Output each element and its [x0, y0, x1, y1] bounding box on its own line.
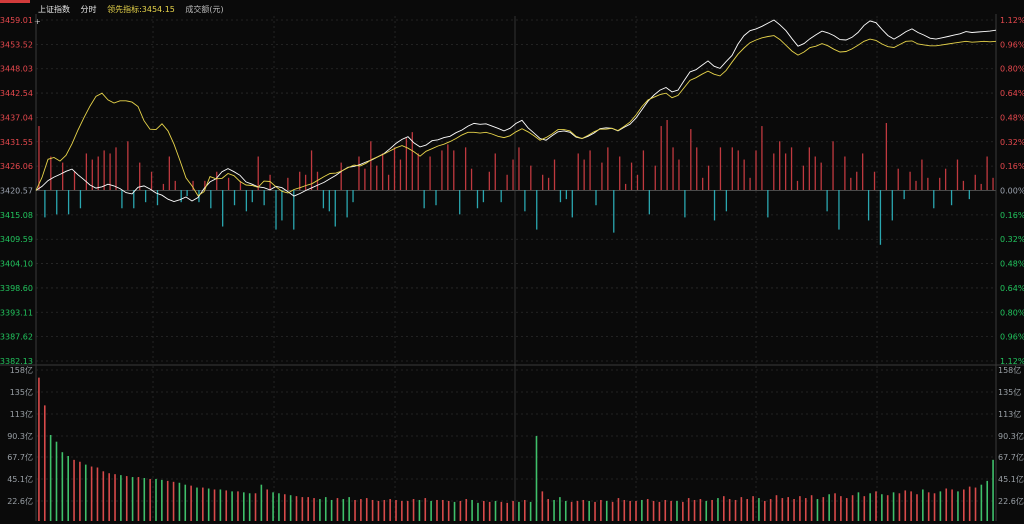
- y-right-tick-label: 1.12%: [1000, 16, 1024, 25]
- vol-tick-label-right: 22.6亿: [998, 496, 1024, 506]
- crosshair-marker: +: [34, 17, 41, 26]
- y-right-tick-label: 0.48%: [1000, 260, 1024, 269]
- y-right-tick-label: 0.96%: [1000, 333, 1024, 342]
- y-right-tick-label: 0.64%: [1000, 284, 1024, 293]
- y-right-tick-label: 0.32%: [1000, 138, 1024, 147]
- y-left-tick-label: 3442.54: [0, 89, 33, 98]
- period-label[interactable]: 分时: [81, 5, 97, 14]
- y-left-tick-label: 3415.08: [0, 211, 33, 220]
- y-right-tick-label: 0.16%: [1000, 211, 1024, 220]
- y-right-tick-label: 0.64%: [1000, 89, 1024, 98]
- y-right-tick-label: 0.96%: [1000, 40, 1024, 49]
- y-right-tick-label: 0.00%: [1000, 187, 1024, 196]
- y-right-tick-label: 0.48%: [1000, 113, 1024, 122]
- vol-tick-label-left: 67.7亿: [7, 452, 33, 462]
- vol-tick-label-left: 22.6亿: [7, 496, 33, 506]
- vol-tick-label-left: 113亿: [10, 409, 33, 419]
- vol-tick-label-right: 67.7亿: [998, 452, 1024, 462]
- leading-indicator-label: 领先指标:3454.15: [107, 5, 175, 14]
- chart-header: 上证指数 分时 领先指标:3454.15 成交额(元): [38, 4, 232, 15]
- chart-background: [0, 0, 1024, 524]
- vol-tick-label-left: 90.3亿: [7, 431, 33, 441]
- y-left-tick-label: 3398.60: [0, 284, 33, 293]
- index-name[interactable]: 上证指数: [38, 5, 70, 14]
- y-left-tick-label: 3448.03: [0, 65, 33, 74]
- top-left-marker: [0, 0, 30, 3]
- y-left-tick-label: 3453.52: [0, 40, 33, 49]
- y-right-tick-label: 0.32%: [1000, 235, 1024, 244]
- turnover-label: 成交额(元): [185, 5, 224, 14]
- vol-tick-label-right: 113亿: [998, 409, 1021, 419]
- vol-tick-label-left: 135亿: [10, 387, 33, 397]
- y-right-tick-label: 0.16%: [1000, 162, 1024, 171]
- vol-tick-label-left: 45.1亿: [7, 474, 33, 484]
- y-left-tick-label: 3387.62: [0, 333, 33, 342]
- intraday-chart: +3459.01 1.12% 3453.52 0.96% 3448.03 0.80% 344…: [0, 0, 1024, 524]
- vol-tick-label-right: 135亿: [998, 387, 1021, 397]
- chart-canvas: +3459.01 1.12% 3453.52 0.96% 3448.03 0.80% 344…: [0, 0, 1024, 524]
- y-left-tick-label: 3437.04: [0, 113, 33, 122]
- y-left-tick-label: 3459.01: [0, 16, 33, 25]
- y-left-tick-label: 3426.06: [0, 162, 33, 171]
- vol-tick-label-right: 45.1亿: [998, 474, 1024, 484]
- y-left-tick-label: 3409.59: [0, 235, 33, 244]
- vol-tick-label-right: 90.3亿: [998, 431, 1024, 441]
- y-left-tick-label: 3393.11: [0, 308, 33, 317]
- y-left-tick-label: 3420.57: [0, 187, 33, 196]
- y-right-tick-label: 0.80%: [1000, 308, 1024, 317]
- vol-tick-label-right: 158亿: [998, 365, 1021, 375]
- y-left-tick-label: 3404.10: [0, 260, 33, 269]
- y-right-tick-label: 0.80%: [1000, 65, 1024, 74]
- vol-tick-label-left: 158亿: [10, 365, 33, 375]
- y-left-tick-label: 3431.55: [0, 138, 33, 147]
